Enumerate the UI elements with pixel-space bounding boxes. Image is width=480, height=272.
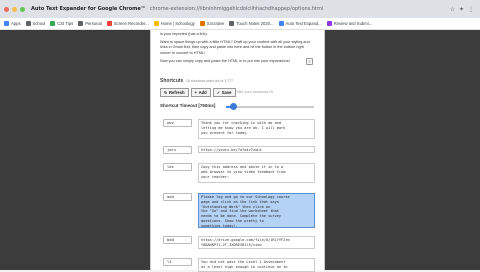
bookmark-item[interactable]: Socrative bbox=[199, 21, 225, 26]
bookmark-item[interactable]: Screen Recorder... bbox=[106, 21, 149, 26]
add-label: Add bbox=[198, 90, 207, 95]
bookmark-item[interactable]: School bbox=[25, 21, 46, 26]
help-icon[interactable]: ? bbox=[306, 58, 313, 65]
bookmark-item[interactable]: Auto Text Expand... bbox=[278, 21, 322, 26]
window-controls bbox=[0, 6, 25, 12]
bookmark-favicon-icon bbox=[78, 21, 84, 26]
shortcuts-title: Shortcuts bbox=[160, 78, 184, 84]
shortcut-expansion-textarea[interactable]: https://drive.google.com/file/d/1R1YYFZr… bbox=[198, 236, 315, 249]
filter-input[interactable]: Filter your shortcuts ID bbox=[235, 90, 273, 94]
bookmark-label: Review and Submi... bbox=[333, 21, 373, 26]
shortcut-expansion-textarea[interactable]: https://youtu.be/7a7a4z7zwLk bbox=[198, 146, 315, 153]
browser-actions: ☆ ✦ ⋮ bbox=[450, 6, 480, 13]
bookmark-item[interactable]: Home | Schoology bbox=[153, 21, 195, 26]
add-icon: + bbox=[194, 90, 198, 95]
intro-line-1: is your imported (has a link): bbox=[160, 32, 208, 36]
bookmark-favicon-icon bbox=[199, 21, 205, 26]
url-text: chrome-extension://iibninhmiggehlcdolcil… bbox=[149, 6, 324, 12]
bookmark-favicon-icon bbox=[326, 21, 332, 26]
bookmarks-bar: Apps School CSI Tips Personal Screen Recorde… bbox=[0, 18, 480, 30]
bookmark-label: Auto Text Expand... bbox=[285, 21, 322, 26]
bookmark-favicon-icon bbox=[4, 21, 9, 26]
bookmark-favicon-icon bbox=[153, 21, 159, 26]
shortcuts-toolbar: ↻ Refresh + Add ✓ Save bbox=[160, 88, 236, 97]
minimize-window-icon[interactable] bbox=[12, 6, 17, 12]
bookmark-favicon-icon bbox=[50, 21, 56, 26]
refresh-icon: ↻ bbox=[164, 90, 168, 95]
bookmark-favicon-icon bbox=[229, 21, 235, 26]
extension-icon[interactable]: ✦ bbox=[459, 6, 464, 13]
drag-handle-icon[interactable]: · bbox=[160, 258, 162, 264]
shortcut-expansion-textarea[interactable]: Thank you for checking in with me and le… bbox=[198, 119, 315, 139]
close-window-icon[interactable] bbox=[4, 6, 9, 12]
timeout-label: Shortcut Timeout [750ms] bbox=[160, 103, 216, 108]
bookmark-label: Home | Schoology bbox=[160, 21, 195, 26]
bookmark-favicon-icon bbox=[25, 21, 31, 26]
bookmark-item[interactable]: Apps bbox=[4, 21, 21, 26]
address-bar[interactable]: Auto Text Expander for Google Chrome™ chr… bbox=[31, 6, 371, 12]
drag-handle-icon[interactable]: · bbox=[160, 163, 162, 169]
bookmark-label: Socrative bbox=[206, 21, 225, 26]
bookmark-favicon-icon bbox=[106, 21, 112, 26]
maximize-window-icon[interactable] bbox=[20, 6, 25, 12]
shortcut-row: · ldc Copy this address and paste it in to… bbox=[160, 163, 315, 183]
shortcut-key-input[interactable]: l3 bbox=[163, 258, 192, 266]
save-label: Save bbox=[221, 90, 232, 95]
shortcut-row: · bdd https://drive.google.com/file/d/1R1Y… bbox=[160, 236, 315, 249]
intro-text: is your imported (has a link): Want to s… bbox=[160, 32, 315, 67]
browser-title-bar: Auto Text Expander for Google Chrome™ chr… bbox=[0, 0, 480, 18]
menu-icon[interactable]: ⋮ bbox=[468, 6, 474, 13]
shortcut-key-input[interactable]: wov bbox=[163, 119, 192, 127]
shortcut-expansion-textarea[interactable]: Please log and go to our Schoology cours… bbox=[198, 193, 315, 228]
star-icon[interactable]: ☆ bbox=[450, 6, 455, 13]
shortcut-expansion-textarea[interactable]: Copy this address and paste it in to a w… bbox=[198, 163, 315, 183]
intro-line-2: Want to space things up with a little HT… bbox=[160, 40, 310, 55]
shortcut-row: · jmrv https://youtu.be/7a7a4z7zwLk bbox=[160, 146, 315, 154]
refresh-button[interactable]: ↻ Refresh bbox=[160, 88, 189, 97]
bookmark-label: Apps bbox=[11, 21, 21, 26]
bookmark-favicon-icon bbox=[278, 21, 284, 26]
bookmark-label: CSI Tips bbox=[57, 21, 74, 26]
add-button[interactable]: + Add bbox=[190, 88, 211, 97]
save-button[interactable]: ✓ Save bbox=[212, 88, 236, 97]
bookmark-item[interactable]: Review and Submi... bbox=[326, 21, 373, 26]
bookmark-item[interactable]: CSI Tips bbox=[50, 21, 73, 26]
drag-handle-icon[interactable]: · bbox=[160, 146, 162, 152]
refresh-label: Refresh bbox=[169, 90, 185, 95]
shortcuts-count: 18 shortcuts used out of 3,777 bbox=[186, 79, 234, 83]
tab-title[interactable]: Auto Text Expander for Google Chrome™ bbox=[31, 6, 146, 12]
shortcut-row: · add Please log and go to our Schoology c… bbox=[160, 193, 315, 228]
bookmark-label: Touch Notes 2020... bbox=[236, 21, 274, 26]
bookmark-label: Personal bbox=[85, 21, 102, 26]
shortcut-key-input[interactable]: add bbox=[163, 193, 192, 201]
timeout-slider-track[interactable] bbox=[226, 106, 314, 108]
shortcut-key-input[interactable]: bdd bbox=[163, 236, 192, 244]
bookmark-item[interactable]: Touch Notes 2020... bbox=[229, 21, 274, 26]
bookmark-item[interactable]: Personal bbox=[78, 21, 102, 26]
bookmark-label: School bbox=[32, 21, 46, 26]
drag-handle-icon[interactable]: · bbox=[160, 193, 162, 199]
intro-line-3: Now you can simply copy and paste the HT… bbox=[160, 58, 290, 63]
save-icon: ✓ bbox=[216, 90, 221, 95]
drag-handle-icon[interactable]: · bbox=[160, 236, 162, 242]
shortcut-key-input[interactable]: ldc bbox=[163, 163, 192, 171]
shortcut-key-input[interactable]: jmrv bbox=[163, 146, 192, 154]
shortcut-row: · wov Thank you for checking in with me an… bbox=[160, 119, 315, 139]
drag-handle-icon[interactable]: · bbox=[160, 119, 162, 125]
bookmark-label: Screen Recorder... bbox=[113, 21, 149, 26]
